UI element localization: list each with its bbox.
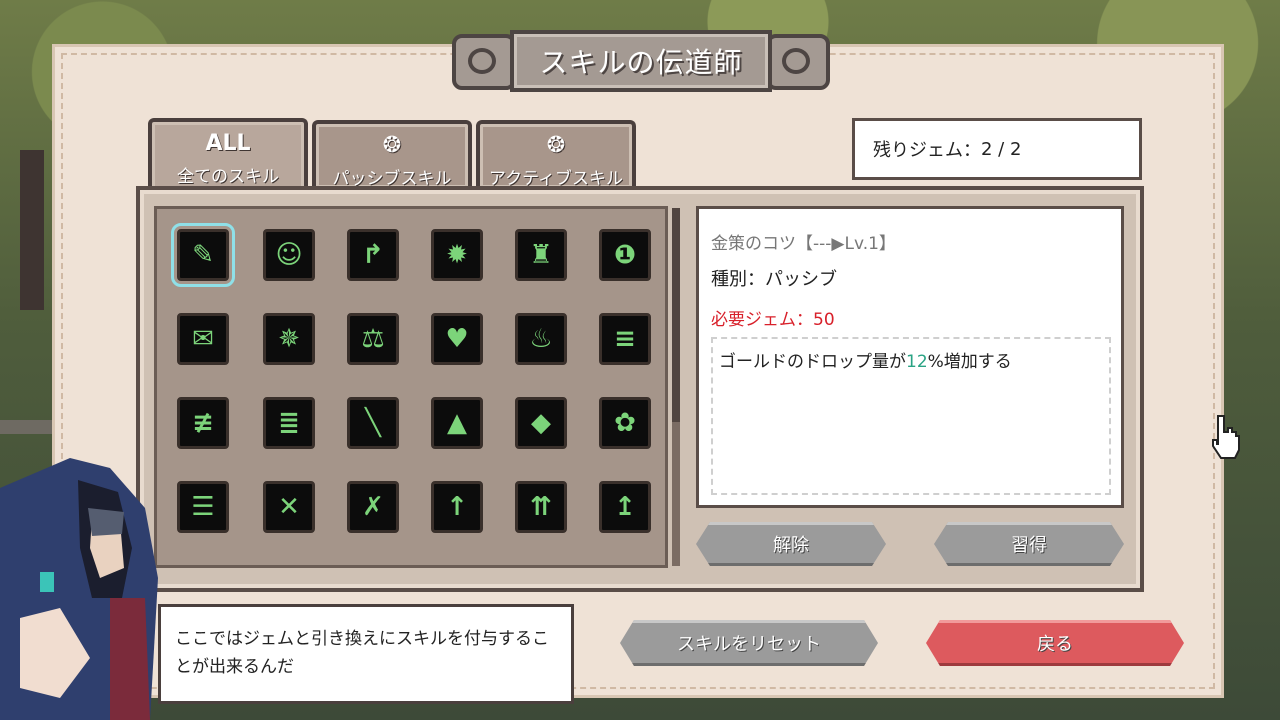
skill-icon: ☰ <box>191 492 215 522</box>
skill-slot[interactable]: ✗ <box>347 481 399 533</box>
skill-icon: ≣ <box>278 408 300 438</box>
skill-icon: ♥ <box>445 324 469 354</box>
skill-icon: ✕ <box>278 492 300 522</box>
skill-slot-partial[interactable] <box>431 565 481 567</box>
back-button[interactable]: 戻る <box>926 620 1184 666</box>
tab-active-skills[interactable]: ❂ アクティブスキル <box>476 120 636 189</box>
tab-all-skills[interactable]: ALL 全てのスキル <box>148 118 308 190</box>
skill-slot[interactable]: ✎ <box>171 223 235 287</box>
skill-slot-partial[interactable] <box>347 565 397 567</box>
desc-text: ゴールドのドロップ量が <box>719 352 906 372</box>
skill-slot[interactable]: ⚖ <box>347 313 399 365</box>
skill-icon: ✿ <box>614 408 636 438</box>
skill-slot[interactable]: ╲ <box>347 397 399 449</box>
passive-icon: ❂ <box>382 133 402 158</box>
active-icon: ❂ <box>546 133 566 158</box>
skill-detail-panel: 金策のコツ【---▶Lv.1】 種別：パッシブ 必要ジェム：50 ゴールドのドロ… <box>696 206 1124 508</box>
grid-scroll-thumb[interactable] <box>672 208 680 422</box>
skill-slot[interactable]: ✹ <box>431 229 483 281</box>
skill-icon: ☺ <box>275 240 303 270</box>
skill-slot[interactable]: ✿ <box>599 397 651 449</box>
skill-grid: ✎ ☺ ↱ ✹ ♜ ❶ ✉ ✵ ⚖ ♥ ♨ ≡ ≢ ≣ ╲ ▲ ◆ ✿ ☰ ✕ ✗ ↑ ⇈ ↥ <box>154 206 668 568</box>
skill-icon: ↑ <box>446 492 468 522</box>
all-icon: ALL <box>205 131 251 156</box>
gems-value: 2 / 2 <box>981 138 1022 160</box>
skill-slot[interactable]: ♜ <box>515 229 567 281</box>
background-post <box>20 150 44 310</box>
pointer-hand-icon <box>1212 415 1240 459</box>
release-button[interactable]: 解除 <box>696 522 886 566</box>
skill-slot[interactable]: ≣ <box>263 397 315 449</box>
reset-skills-button[interactable]: スキルをリセット <box>620 620 878 666</box>
skill-icon: ↥ <box>614 492 636 522</box>
skill-icon: ♨ <box>529 324 553 354</box>
skill-slot-partial[interactable] <box>177 565 227 567</box>
gems-label: 残りジェム： <box>873 140 981 161</box>
desc-percent: 12 <box>906 352 928 372</box>
title-scroll-left <box>452 34 516 90</box>
skill-slot[interactable]: ⇈ <box>515 481 567 533</box>
skill-slot[interactable]: ☰ <box>177 481 229 533</box>
skill-slot[interactable]: ≡ <box>599 313 651 365</box>
skill-icon: ✎ <box>192 240 214 270</box>
skill-slot[interactable]: ≢ <box>177 397 229 449</box>
skill-icon: ↱ <box>362 240 384 270</box>
skill-type: 種別：パッシブ <box>711 269 837 290</box>
skill-icon: ⇈ <box>530 492 552 522</box>
skill-slot[interactable]: ♥ <box>431 313 483 365</box>
skill-icon: ❶ <box>613 240 636 270</box>
title-plate: スキルの伝道師 <box>452 20 830 102</box>
hooded-mage-portrait <box>0 458 158 720</box>
skill-slot-partial[interactable] <box>599 565 649 567</box>
skill-slot-partial[interactable] <box>515 565 565 567</box>
skill-slot[interactable]: ☺ <box>263 229 315 281</box>
skill-slot[interactable]: ↑ <box>431 481 483 533</box>
skill-icon: ≢ <box>192 408 214 438</box>
skill-icon: ≡ <box>614 324 636 354</box>
skill-slot[interactable]: ♨ <box>515 313 567 365</box>
npc-dialog: ここではジェムと引き換えにスキルを付与することが出来るんだ <box>158 604 574 704</box>
remaining-gems: 残りジェム： 2 / 2 <box>852 118 1142 180</box>
title-scroll-right <box>766 34 830 90</box>
skill-icon: ✵ <box>278 324 300 354</box>
skill-icon: ◆ <box>531 408 551 438</box>
page-title: スキルの伝道師 <box>510 30 772 92</box>
skill-slot[interactable]: ✕ <box>263 481 315 533</box>
skill-slot[interactable]: ↥ <box>599 481 651 533</box>
skill-icon: ✉ <box>192 324 214 354</box>
skill-icon: ▲ <box>447 408 467 438</box>
learn-button[interactable]: 習得 <box>934 522 1124 566</box>
skill-description: ゴールドのドロップ量が12%増加する <box>711 337 1111 495</box>
skill-icon: ⚖ <box>361 324 385 354</box>
skill-name: 金策のコツ【---▶Lv.1】 <box>711 234 896 254</box>
tab-passive-skills[interactable]: ❂ パッシブスキル <box>312 120 472 189</box>
skill-slot[interactable]: ↱ <box>347 229 399 281</box>
skill-slot[interactable]: ❶ <box>599 229 651 281</box>
desc-text-end: %増加する <box>927 352 1012 372</box>
skill-slot[interactable]: ✉ <box>177 313 229 365</box>
skill-icon: ✹ <box>446 240 468 270</box>
skill-slot[interactable]: ▲ <box>431 397 483 449</box>
skill-slot[interactable]: ◆ <box>515 397 567 449</box>
skill-slot[interactable]: ✵ <box>263 313 315 365</box>
tab-label: 全てのスキル <box>177 167 279 187</box>
skill-gem-cost: 必要ジェム：50 <box>711 310 835 330</box>
background-fence <box>0 420 56 434</box>
skill-icon: ✗ <box>362 492 384 522</box>
skill-icon: ╲ <box>365 408 381 438</box>
skill-icon: ♜ <box>529 240 553 270</box>
skill-slot-partial[interactable] <box>263 565 313 567</box>
